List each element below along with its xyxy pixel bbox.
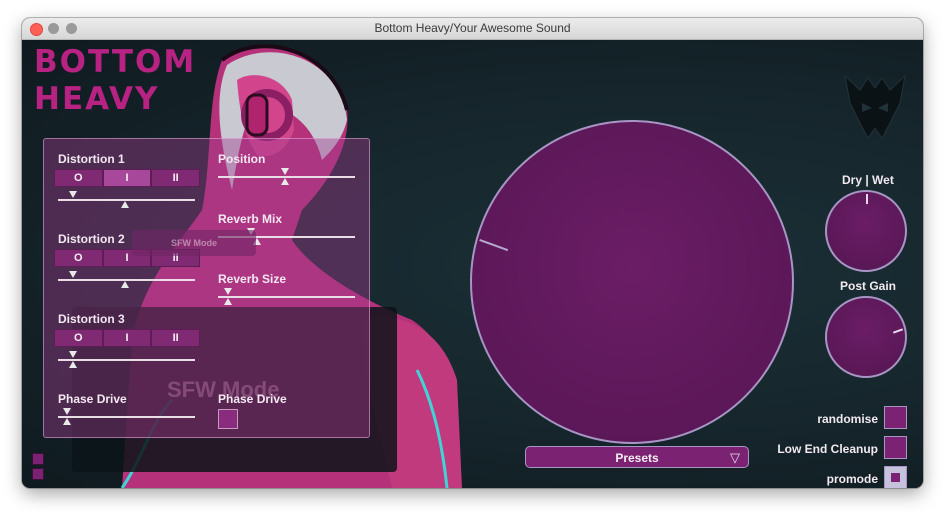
distortion1-label: Distortion 1 <box>58 152 125 166</box>
distortion3-mode-i[interactable]: I <box>102 329 152 347</box>
title-bar: Bottom Heavy/Your Awesome Sound <box>22 18 923 40</box>
phase-drive-slider-label: Phase Drive <box>58 392 127 406</box>
post-gain-label: Post Gain <box>840 279 897 293</box>
reverb-mix-label: Reverb Mix <box>218 212 283 226</box>
distortion1-mode-i[interactable]: I <box>102 169 152 187</box>
dry-wet-indicator <box>866 194 868 204</box>
presets-label: Presets <box>615 451 659 465</box>
distortion2-slider-thumb[interactable] <box>121 281 129 288</box>
position-secondary-marker <box>281 168 289 175</box>
low-end-cleanup-checkbox[interactable] <box>884 436 907 459</box>
distortion2-secondary-marker <box>69 271 77 278</box>
distortion2-mode-o[interactable]: O <box>54 249 103 267</box>
distortion1-mode-o[interactable]: O <box>54 169 103 187</box>
randomise-button[interactable] <box>884 406 907 429</box>
dry-wet-knob[interactable] <box>825 190 907 272</box>
randomise-label: randomise <box>817 412 878 426</box>
distortion3-mode-ii[interactable]: II <box>151 329 201 347</box>
reverb-size-secondary-marker <box>224 288 232 295</box>
logo-line-2: HEAVY <box>34 81 160 117</box>
distortion3-secondary-marker <box>69 351 77 358</box>
phase-drive-slider[interactable] <box>58 416 195 418</box>
promode-check-indicator <box>891 473 900 482</box>
reverb-size-slider[interactable] <box>218 296 355 298</box>
distortion3-mode-o[interactable]: O <box>54 329 103 347</box>
triangle-down-icon: ▽ <box>730 450 740 465</box>
presets-dropdown[interactable]: Presets ▽ <box>525 446 749 468</box>
phase-drive-toggle-label: Phase Drive <box>218 392 287 406</box>
phase-drive-toggle[interactable] <box>218 409 238 429</box>
reverb-size-slider-thumb[interactable] <box>224 298 232 305</box>
logo-line-1: BOTTOM <box>34 44 197 80</box>
distortion3-slider-thumb[interactable] <box>69 361 77 368</box>
distortion-control-panel: Distortion 1 O I II Distortion 2 O I II … <box>43 138 370 438</box>
position-label: Position <box>218 152 266 166</box>
low-end-cleanup-label: Low End Cleanup <box>777 442 878 456</box>
distortion3-slider[interactable] <box>58 359 195 361</box>
sfw-mode-label[interactable]: SFW Mode <box>132 230 256 256</box>
distortion3-mode-selector: O I II <box>54 329 201 347</box>
plugin-body: BOTTOM HEAVY SFW Mode Distortion 1 O I I… <box>22 40 923 488</box>
plugin-window: Bottom Heavy/Your Awesome Sound BOTTOM H… <box>22 18 923 488</box>
main-character-knob[interactable] <box>470 120 794 444</box>
distortion1-secondary-marker <box>69 191 77 198</box>
phase-drive-secondary-marker <box>63 408 71 415</box>
distortion2-label: Distortion 2 <box>58 232 125 246</box>
phase-drive-slider-thumb[interactable] <box>63 418 71 425</box>
post-gain-indicator <box>892 328 904 334</box>
window-title: Bottom Heavy/Your Awesome Sound <box>374 21 571 35</box>
mini-toggle-2[interactable] <box>32 468 44 480</box>
main-knob-indicator <box>479 239 509 252</box>
post-gain-knob[interactable] <box>825 296 907 378</box>
position-slider-thumb[interactable] <box>281 178 289 185</box>
distortion1-slider-thumb[interactable] <box>121 201 129 208</box>
distortion1-mode-selector: O I II <box>54 169 201 187</box>
mini-toggle-1[interactable] <box>32 453 44 465</box>
promode-label: promode <box>826 472 878 486</box>
demon-mask-emblem-icon <box>844 74 906 139</box>
distortion1-mode-ii[interactable]: II <box>151 169 201 187</box>
brand-logo: BOTTOM HEAVY <box>34 44 196 118</box>
reverb-size-label: Reverb Size <box>218 272 287 286</box>
promode-checkbox[interactable] <box>884 466 907 488</box>
distortion3-label: Distortion 3 <box>58 312 125 326</box>
dry-wet-label: Dry | Wet <box>842 173 894 187</box>
